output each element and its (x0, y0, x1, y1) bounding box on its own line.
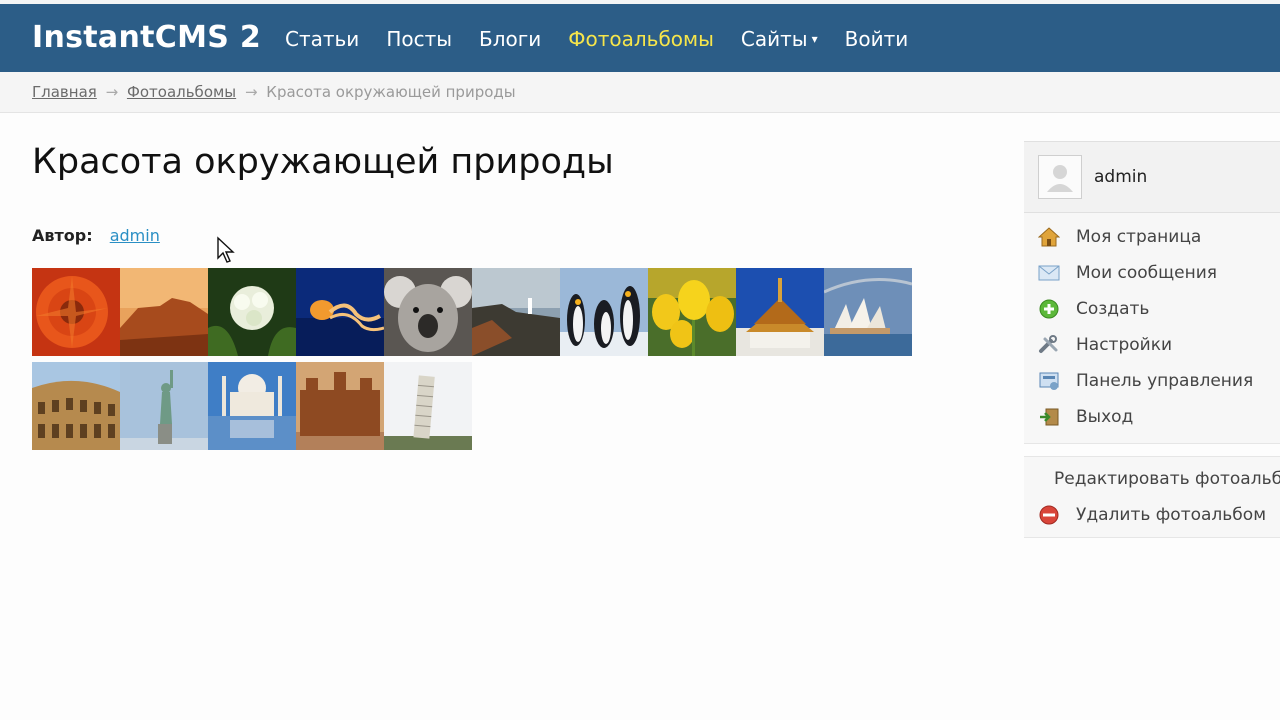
sydney-opera-icon[interactable] (824, 268, 912, 356)
breadcrumb-separator: → (105, 83, 119, 101)
user-sidebar: admin Моя страница Мои сообщения Создать (1024, 141, 1280, 538)
desert-canyon-icon[interactable] (120, 268, 208, 356)
tools-icon (1039, 335, 1058, 353)
menu-item-label: Мои сообщения (1076, 263, 1218, 283)
white-hydrangea-icon[interactable] (208, 268, 296, 356)
menu-item-my-messages[interactable]: Мои сообщения (1024, 255, 1280, 291)
nav-item-login[interactable]: Войти (845, 27, 909, 51)
yellow-tulips-icon[interactable] (648, 268, 736, 356)
orange-flower-icon[interactable] (32, 268, 120, 356)
jellyfish-icon[interactable] (296, 268, 384, 356)
site-header: InstantCMS 2 Статьи Посты Блоги Фотоальб… (0, 4, 1280, 72)
breadcrumb-current: Красота окружающей природы (266, 83, 516, 101)
thai-temple-icon[interactable] (736, 268, 824, 356)
breadcrumb-separator: → (244, 83, 258, 101)
plus-icon (1039, 299, 1059, 319)
nav-item-sites[interactable]: Сайты ▾ (741, 27, 818, 51)
dashboard-icon (1039, 372, 1059, 390)
main-nav: Статьи Посты Блоги Фотоальбомы Сайты ▾ В… (285, 27, 935, 51)
menu-item-create[interactable]: Создать (1024, 291, 1280, 327)
statue-of-liberty-icon[interactable] (120, 362, 208, 450)
menu-item-logout[interactable]: Выход (1024, 399, 1280, 435)
site-logo[interactable]: InstantCMS 2 (32, 20, 261, 55)
nav-item-photoalbums[interactable]: Фотоальбомы (568, 27, 714, 51)
menu-item-my-page[interactable]: Моя страница (1024, 219, 1280, 255)
breadcrumb-photoalbums[interactable]: Фотоальбомы (127, 83, 236, 101)
envelope-icon (1038, 265, 1060, 281)
koala-icon[interactable] (384, 268, 472, 356)
delete-album-button[interactable]: Удалить фотоальбом (1024, 497, 1280, 533)
album-actions: Редактировать фотоальбом Удалить фотоаль… (1024, 456, 1280, 538)
author-label: Автор: (32, 226, 93, 245)
leaning-tower-icon[interactable] (384, 362, 472, 450)
menu-item-settings[interactable]: Настройки (1024, 327, 1280, 363)
penguins-icon[interactable] (560, 268, 648, 356)
delete-album-label: Удалить фотоальбом (1076, 505, 1267, 525)
nav-item-posts[interactable]: Посты (386, 27, 452, 51)
home-icon (1038, 227, 1060, 247)
exit-icon (1040, 408, 1059, 426)
sidebar-username[interactable]: admin (1094, 167, 1147, 187)
breadcrumb: Главная → Фотоальбомы → Красота окружающ… (0, 72, 1280, 113)
mud-mosque-icon[interactable] (296, 362, 384, 450)
menu-item-label: Моя страница (1076, 227, 1202, 247)
mouse-cursor-icon (217, 236, 235, 263)
chevron-down-icon: ▾ (811, 32, 818, 46)
nav-item-blogs[interactable]: Блоги (479, 27, 541, 51)
nav-item-sites-label: Сайты (740, 27, 808, 51)
menu-item-label: Создать (1076, 299, 1150, 319)
author-link[interactable]: admin (110, 226, 160, 245)
avatar[interactable] (1038, 155, 1082, 199)
user-box[interactable]: admin (1024, 141, 1280, 213)
edit-album-label: Редактировать фотоальбом (1054, 469, 1280, 489)
album-author: Автор: admin (32, 226, 160, 245)
nav-item-articles[interactable]: Статьи (285, 27, 359, 51)
lighthouse-coast-icon[interactable] (472, 268, 560, 356)
breadcrumb-home[interactable]: Главная (32, 83, 97, 101)
menu-item-label: Выход (1076, 407, 1134, 427)
delete-icon (1039, 505, 1059, 525)
user-menu: Моя страница Мои сообщения Создать Настр… (1024, 213, 1280, 444)
page-title: Красота окружающей природы (32, 142, 614, 182)
menu-item-control-panel[interactable]: Панель управления (1024, 363, 1280, 399)
colosseum-icon[interactable] (32, 362, 120, 450)
menu-item-label: Панель управления (1076, 371, 1254, 391)
edit-album-button[interactable]: Редактировать фотоальбом (1024, 461, 1280, 497)
taj-mahal-icon[interactable] (208, 362, 296, 450)
menu-item-label: Настройки (1076, 335, 1173, 355)
